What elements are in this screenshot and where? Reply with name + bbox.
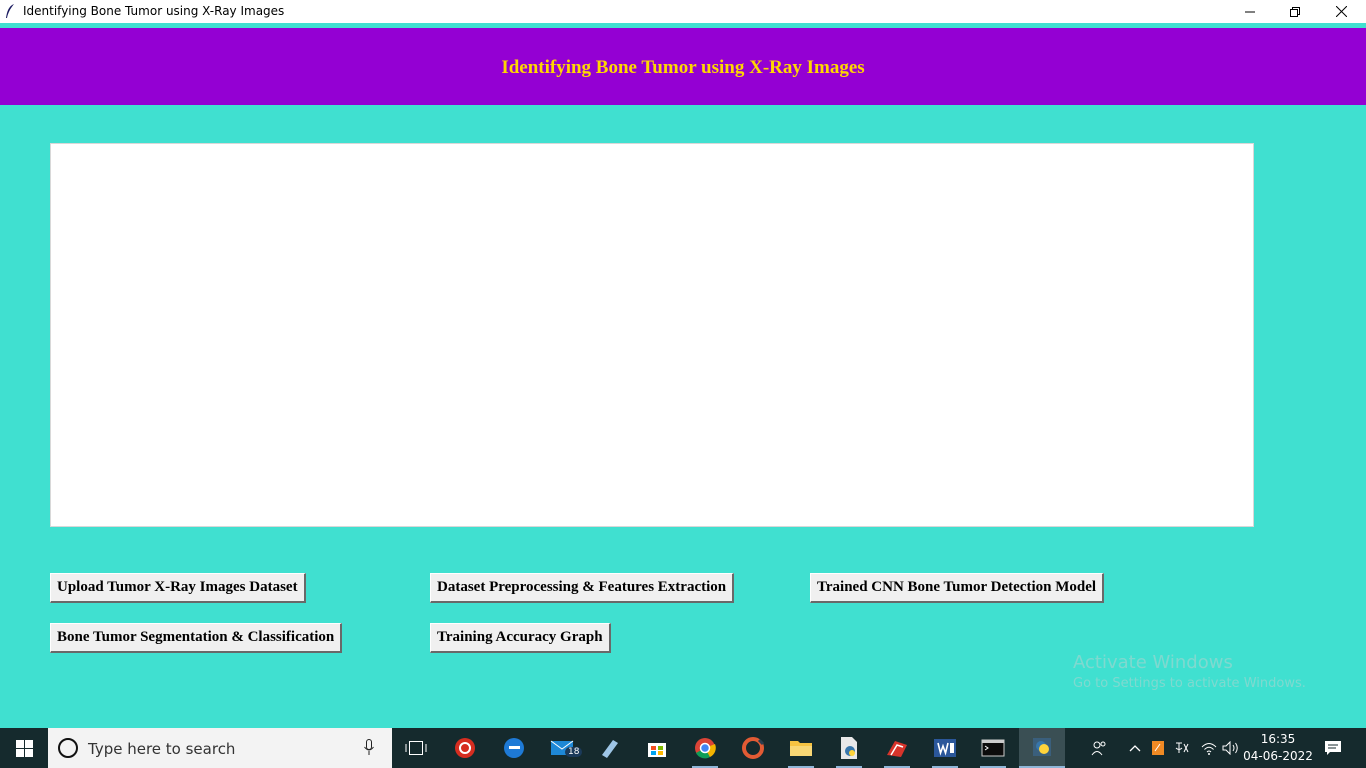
ccleaner-icon [742,737,765,759]
chrome-icon [695,738,716,759]
input-language-button[interactable] [1172,728,1192,768]
window-title: Identifying Bone Tumor using X-Ray Image… [23,4,285,18]
store-app-button[interactable] [634,728,680,768]
word-app-button[interactable] [922,728,968,768]
file-explorer-button[interactable] [778,728,824,768]
clock-date: 04-06-2022 [1243,749,1313,763]
image-app-icon [887,741,907,757]
search-placeholder: Type here to search [88,740,236,758]
train-cnn-button[interactable]: Trained CNN Bone Tumor Detection Model [810,573,1105,603]
show-hidden-icons-button[interactable] [1124,728,1146,768]
python-idle-icon [1033,738,1051,756]
people-icon [1091,741,1106,756]
word-icon [934,739,956,757]
battery-app-button[interactable] [1148,728,1168,768]
notification-icon [1325,741,1341,755]
image-app-button[interactable] [874,728,920,768]
close-icon [1335,6,1347,17]
minimize-button[interactable] [1227,0,1273,23]
wifi-icon [1201,743,1217,755]
mail-badge: 18 [565,747,583,757]
ccleaner-app-button[interactable] [730,728,776,768]
paint-app-button[interactable] [587,728,633,768]
terminal-icon [981,739,1005,757]
watermark-title: Activate Windows [1073,652,1233,673]
restore-icon [1290,6,1300,17]
antivirus-icon [455,738,475,758]
python-idle-button[interactable] [1019,728,1065,768]
upload-dataset-button[interactable]: Upload Tumor X-Ray Images Dataset [50,573,306,603]
edge-icon [504,738,524,758]
paint-icon [602,740,618,758]
taskbar-search-box[interactable]: Type here to search [48,728,392,768]
action-center-button[interactable] [1320,728,1346,768]
header-banner: Identifying Bone Tumor using X-Ray Image… [0,28,1366,105]
accuracy-graph-button[interactable]: Training Accuracy Graph [430,623,611,653]
taskbar-clock[interactable]: 16:35 04-06-2022 [1240,731,1316,765]
minimize-icon [1245,11,1255,12]
preprocess-dataset-button[interactable]: Dataset Preprocessing & Features Extract… [430,573,735,603]
python-file-icon [841,737,857,759]
segmentation-classification-button[interactable]: Bone Tumor Segmentation & Classification [50,623,343,653]
output-text-area[interactable] [50,143,1254,527]
volume-button[interactable] [1220,728,1242,768]
mail-app-button[interactable]: 18 [540,728,586,768]
people-button[interactable] [1088,728,1110,768]
window-title-bar: Identifying Bone Tumor using X-Ray Image… [0,0,1366,23]
network-button[interactable] [1198,728,1220,768]
close-button[interactable] [1318,0,1364,23]
taskbar: Type here to search 18 16:35 04-06-2022 [0,728,1366,768]
page-title: Identifying Bone Tumor using X-Ray Image… [501,57,865,78]
chevron-up-icon [1129,745,1141,752]
microphone-icon[interactable] [364,739,374,761]
cortana-icon [58,738,78,758]
speaker-icon [1222,741,1238,755]
edge-app-button[interactable] [491,728,537,768]
python-file-button[interactable] [826,728,872,768]
terminal-app-button[interactable] [970,728,1016,768]
windows-start-icon [15,739,33,757]
orange-tray-icon [1152,741,1164,755]
task-view-icon [405,741,427,755]
task-view-button[interactable] [393,728,439,768]
store-icon [648,743,666,757]
start-button[interactable] [0,728,48,768]
antivirus-app-button[interactable] [442,728,488,768]
watermark-subtitle: Go to Settings to activate Windows. [1073,676,1306,691]
file-explorer-icon [790,741,812,756]
restore-button[interactable] [1272,0,1318,23]
clock-time: 16:35 [1260,732,1296,746]
feather-app-icon [4,3,16,20]
language-icon [1175,742,1189,753]
chrome-app-button[interactable] [682,728,728,768]
activate-windows-watermark: Activate Windows Go to Settings to activ… [1073,652,1306,691]
